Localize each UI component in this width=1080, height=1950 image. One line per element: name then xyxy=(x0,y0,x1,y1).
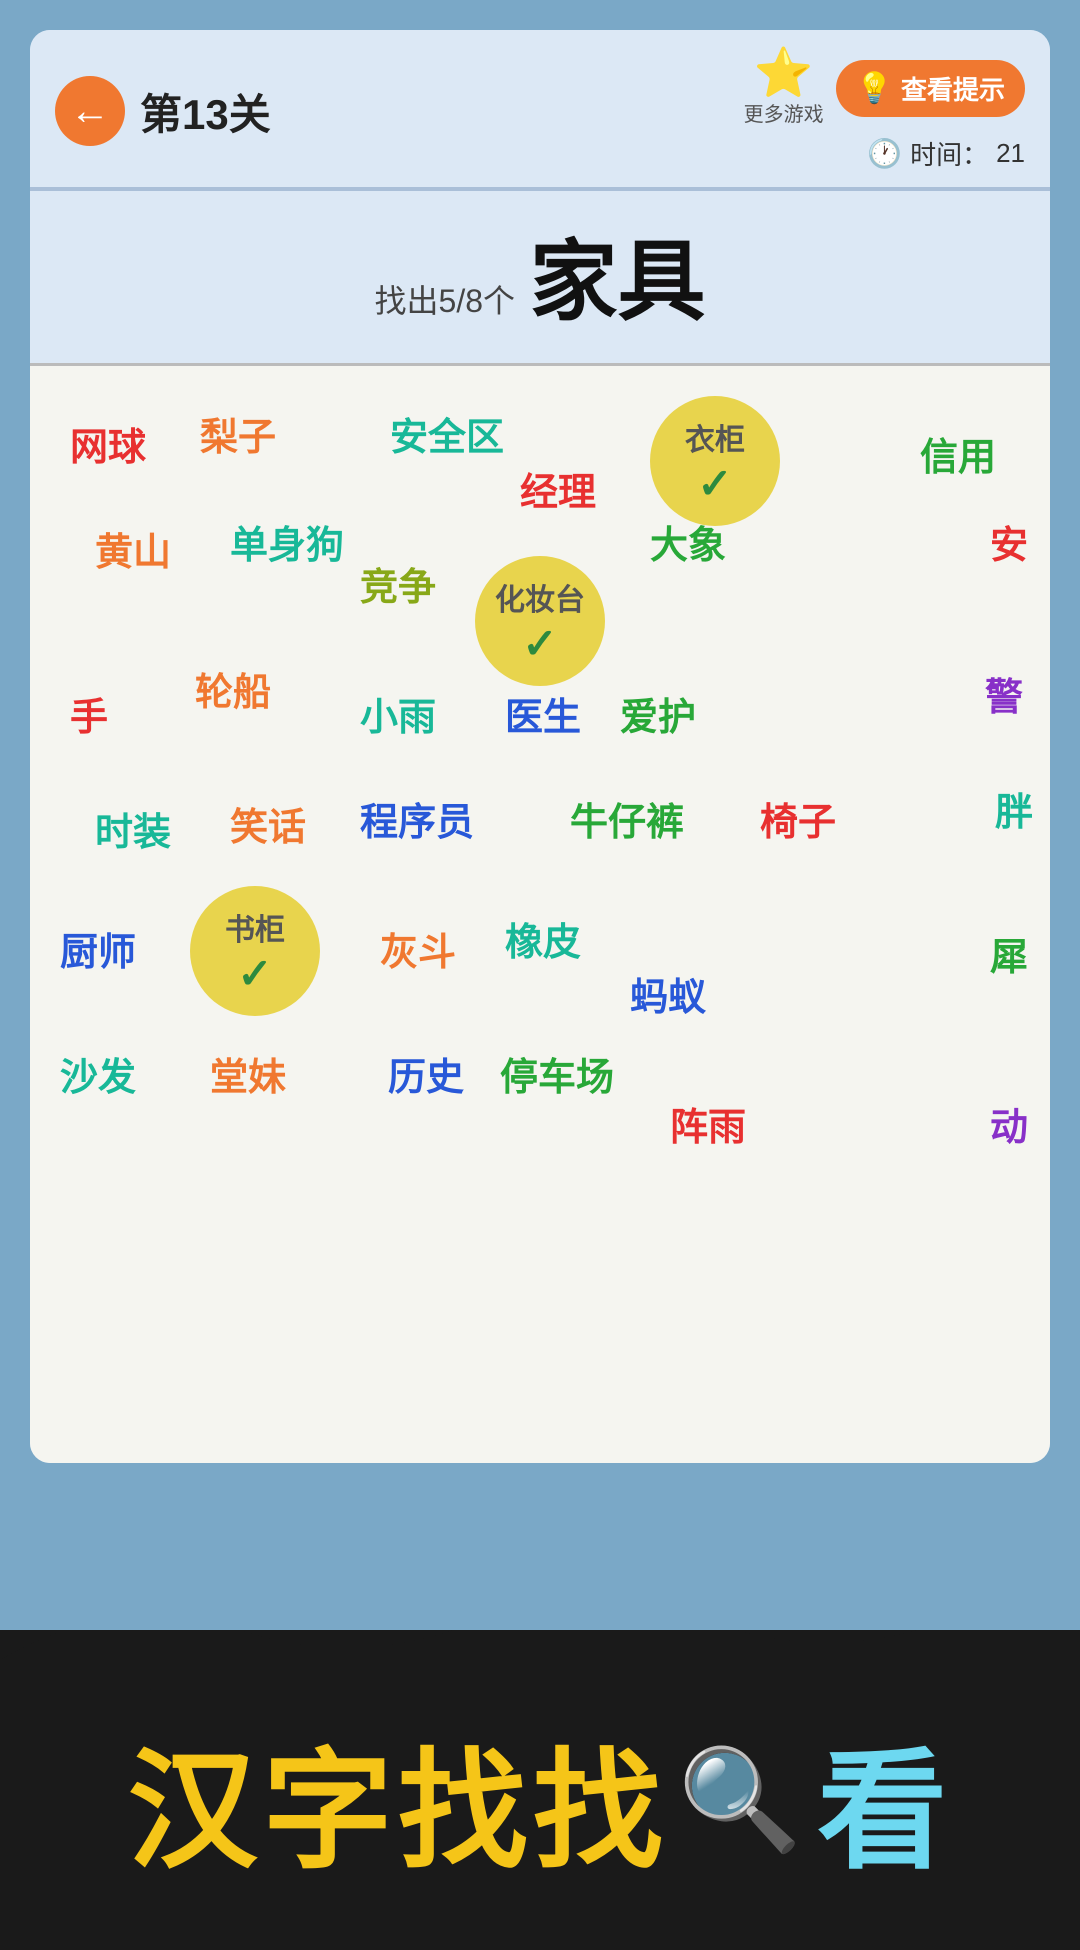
banner-text: 汉字找找 🔍 看 xyxy=(128,1686,953,1894)
word-item[interactable]: 警 xyxy=(985,666,1023,721)
header-right: ⭐ 更多游戏 💡 查看提示 🕐 时间： 21 xyxy=(744,50,1025,172)
found-item[interactable]: 化妆台✓ xyxy=(475,556,605,686)
word-item[interactable]: 信用 xyxy=(920,426,996,481)
word-item[interactable]: 牛仔裤 xyxy=(570,791,684,846)
timer-value: 21 xyxy=(996,138,1025,169)
word-item[interactable]: 医生 xyxy=(505,686,581,741)
category-word: 家具 xyxy=(529,211,705,338)
game-board: 网球梨子安全区信用经理黄山单身狗竞争大象安手轮船小雨医生爱护警时装笑话程序员牛仔… xyxy=(30,363,1050,1463)
word-item[interactable]: 单身狗 xyxy=(230,514,344,569)
word-item[interactable]: 安全区 xyxy=(390,406,504,461)
word-item[interactable]: 经理 xyxy=(520,461,596,516)
game-container: ← 第13关 ⭐ 更多游戏 💡 查看提示 🕐 时间： 21 xyxy=(30,30,1050,1463)
word-item[interactable]: 梨子 xyxy=(200,406,276,461)
header-left: ← 第13关 xyxy=(55,76,271,146)
top-right-row: ⭐ 更多游戏 💡 查看提示 xyxy=(744,50,1025,127)
word-item[interactable]: 小雨 xyxy=(360,686,436,741)
word-item[interactable]: 椅子 xyxy=(760,791,836,846)
category-instruction: 找出5/8个 xyxy=(375,276,516,322)
banner-text1: 汉字找找 xyxy=(128,1706,668,1894)
found-item[interactable]: 衣柜✓ xyxy=(650,396,780,526)
hint-button[interactable]: 💡 查看提示 xyxy=(836,60,1025,117)
word-item[interactable]: 橡皮 xyxy=(505,911,581,966)
word-item[interactable]: 历史 xyxy=(388,1046,464,1101)
header: ← 第13关 ⭐ 更多游戏 💡 查看提示 🕐 时间： 21 xyxy=(30,30,1050,187)
word-item[interactable]: 安 xyxy=(990,514,1028,569)
more-games-label: 更多游戏 xyxy=(744,98,824,127)
word-item[interactable]: 黄山 xyxy=(95,521,171,576)
word-item[interactable]: 竞争 xyxy=(360,556,436,611)
magnifier-icon: 🔍 xyxy=(678,1742,808,1859)
word-item[interactable]: 蚂蚁 xyxy=(630,966,706,1021)
bottom-banner: 汉字找找 🔍 看 xyxy=(0,1630,1080,1950)
word-item[interactable]: 动 xyxy=(990,1096,1028,1151)
back-button[interactable]: ← xyxy=(55,76,125,146)
word-item[interactable]: 时装 xyxy=(95,801,171,856)
word-item[interactable]: 停车场 xyxy=(500,1046,614,1101)
timer-icon: 🕐 xyxy=(867,137,902,170)
banner-text2: 看 xyxy=(817,1706,952,1894)
word-item[interactable]: 灰斗 xyxy=(380,921,456,976)
hint-label: 查看提示 xyxy=(901,70,1005,107)
category-area: 找出5/8个 家具 xyxy=(30,191,1050,363)
word-item[interactable]: 网球 xyxy=(70,416,146,471)
timer-row: 🕐 时间： 21 xyxy=(867,135,1025,172)
word-item[interactable]: 程序员 xyxy=(360,791,474,846)
word-item[interactable]: 胖 xyxy=(995,781,1033,836)
word-item[interactable]: 笑话 xyxy=(230,796,306,851)
word-item[interactable]: 犀 xyxy=(990,926,1028,981)
word-item[interactable]: 厨师 xyxy=(60,921,136,976)
word-item[interactable]: 堂妹 xyxy=(210,1046,286,1101)
level-title: 第13关 xyxy=(140,81,271,142)
timer-label: 时间： xyxy=(910,135,988,172)
hint-icon: 💡 xyxy=(856,71,893,106)
star-more-games[interactable]: ⭐ 更多游戏 xyxy=(744,50,824,127)
banner-wave xyxy=(0,1630,1080,1660)
back-arrow-icon: ← xyxy=(70,91,110,131)
word-item[interactable]: 手 xyxy=(70,686,108,741)
word-item[interactable]: 轮船 xyxy=(195,661,271,716)
word-item[interactable]: 阵雨 xyxy=(670,1096,746,1151)
word-item[interactable]: 沙发 xyxy=(60,1046,136,1101)
found-item[interactable]: 书柜✓ xyxy=(190,886,320,1016)
star-icon: ⭐ xyxy=(754,50,814,98)
word-item[interactable]: 爱护 xyxy=(620,686,696,741)
